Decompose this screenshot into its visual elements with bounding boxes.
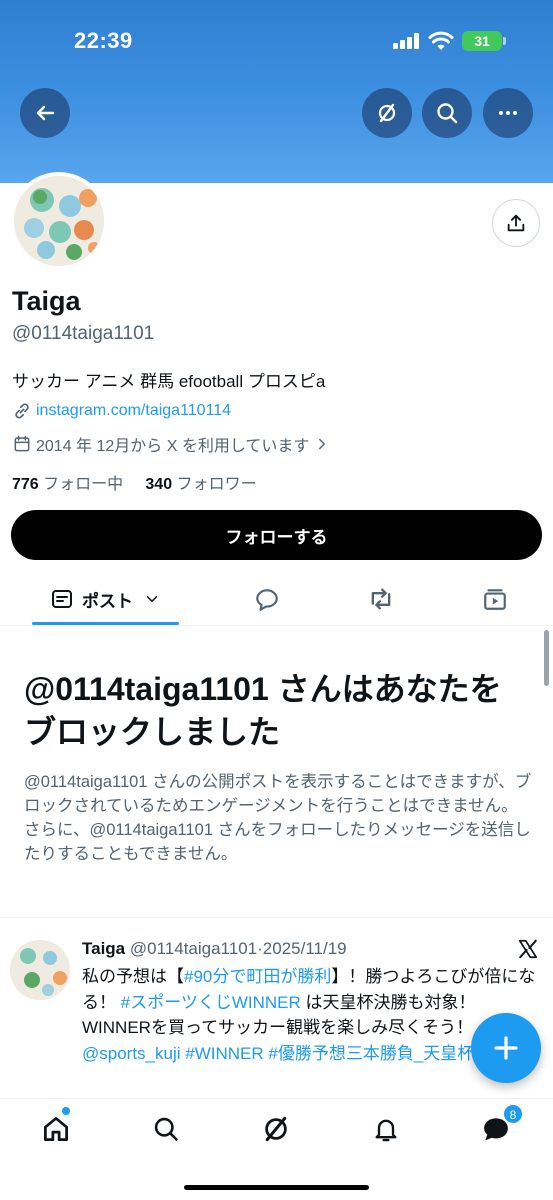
- link-icon: [15, 403, 29, 419]
- back-button[interactable]: [20, 88, 70, 138]
- battery-icon: 31: [462, 31, 506, 51]
- search-icon: [437, 103, 458, 124]
- blocked-description: @0114taiga1101 さんの公開ポストを表示することはできますが、ブロッ…: [24, 773, 532, 863]
- chevron-down-icon: [146, 596, 158, 602]
- follow-button[interactable]: フォローする: [11, 510, 542, 560]
- media-icon: [484, 589, 506, 610]
- avatar-illustration: [14, 176, 104, 266]
- more-icon: [499, 111, 517, 115]
- nav-home[interactable]: [38, 1111, 74, 1147]
- following-label: フォロー中: [43, 476, 124, 493]
- tab-posts-label: ポスト: [82, 591, 133, 611]
- profile-banner: 22:39 31: [0, 0, 553, 183]
- nav-notifications[interactable]: [368, 1111, 404, 1147]
- tweet-handle[interactable]: @0114taiga1101: [130, 939, 257, 958]
- followers-stat[interactable]: 340 フォロワー: [145, 476, 256, 493]
- hashtag-link[interactable]: #スポーツくじWINNER: [121, 993, 301, 1012]
- divider: [0, 917, 553, 918]
- bell-icon: [375, 1119, 397, 1142]
- tweet-author[interactable]: Taiga: [82, 939, 125, 958]
- tab-media[interactable]: [472, 572, 518, 626]
- mention-link[interactable]: @sports_kuji: [82, 1044, 181, 1063]
- share-icon: [507, 214, 525, 232]
- profile-joined[interactable]: 2014 年 12月から X を利用しています: [12, 432, 331, 456]
- search-icon: [154, 1117, 178, 1141]
- status-time: 22:39: [74, 28, 133, 53]
- wifi-icon: [428, 31, 454, 50]
- hashtag-link[interactable]: #90分で町田が勝利: [184, 967, 331, 986]
- messages-badge: 8: [503, 1104, 523, 1124]
- joined-text: 2014 年 12月から X を利用しています: [36, 438, 310, 455]
- tab-posts[interactable]: ポスト: [32, 572, 179, 626]
- x-logo-icon: [518, 939, 538, 959]
- followers-label: フォロワー: [176, 476, 257, 493]
- website-link-text[interactable]: instagram.com/taiga110114: [36, 402, 231, 420]
- home-indicator[interactable]: [184, 1185, 369, 1190]
- more-button[interactable]: [483, 88, 533, 138]
- tab-replies[interactable]: [244, 572, 290, 626]
- search-button[interactable]: [422, 88, 472, 138]
- posts-icon: [52, 590, 72, 608]
- grok-icon: [265, 1116, 287, 1142]
- plus-icon: [494, 1036, 518, 1060]
- tweet-avatar[interactable]: [10, 940, 70, 1000]
- home-icon: [44, 1117, 68, 1141]
- reply-icon: [256, 589, 278, 611]
- calendar-icon: [14, 435, 30, 452]
- following-count: 776: [12, 476, 39, 493]
- profile-handle: @0114taiga1101: [12, 323, 155, 344]
- grok-icon: [378, 103, 396, 123]
- tweet-header: Taiga @0114taiga1101·2025/11/19: [82, 939, 347, 959]
- nav-search[interactable]: [148, 1111, 184, 1147]
- blocked-title: @0114taiga1101 さんはあなたをブロックしました: [24, 671, 502, 750]
- tweet-avatar-illustration: [10, 940, 70, 1000]
- profile-bio: サッカー アニメ 群馬 efootball プロスピa: [12, 372, 326, 391]
- followers-count: 340: [145, 476, 173, 493]
- grok-button[interactable]: [362, 88, 412, 138]
- follow-stats: 776 フォロー中 340 フォロワー: [12, 470, 257, 494]
- chevron-right-icon: [319, 438, 326, 450]
- profile-website[interactable]: instagram.com/taiga110114: [12, 401, 231, 421]
- compose-button[interactable]: [471, 1013, 541, 1083]
- hashtag-link[interactable]: #WINNER: [181, 1044, 263, 1063]
- nav-grok[interactable]: [258, 1111, 294, 1147]
- cellular-signal-icon: [393, 33, 421, 49]
- following-stat[interactable]: 776 フォロー中: [12, 476, 123, 493]
- share-button[interactable]: [492, 199, 540, 247]
- scrollbar[interactable]: [544, 630, 549, 686]
- tweet-text-part: 私の予想は【: [82, 967, 184, 986]
- profile-tabs: ポスト: [0, 572, 553, 626]
- tweet-text: 私の予想は【#90分で町田が勝利】！勝つよろこびが倍になる！ #スポーツくじWI…: [82, 964, 544, 1094]
- arrow-left-icon: [36, 105, 55, 121]
- repost-icon: [371, 588, 391, 610]
- tweet-date[interactable]: 2025/11/19: [263, 939, 347, 958]
- home-notification-dot: [62, 1107, 70, 1115]
- active-tab-indicator: [32, 622, 179, 625]
- profile-avatar[interactable]: [10, 172, 108, 270]
- tab-reposts[interactable]: [358, 572, 404, 626]
- profile-name: Taiga: [12, 286, 81, 316]
